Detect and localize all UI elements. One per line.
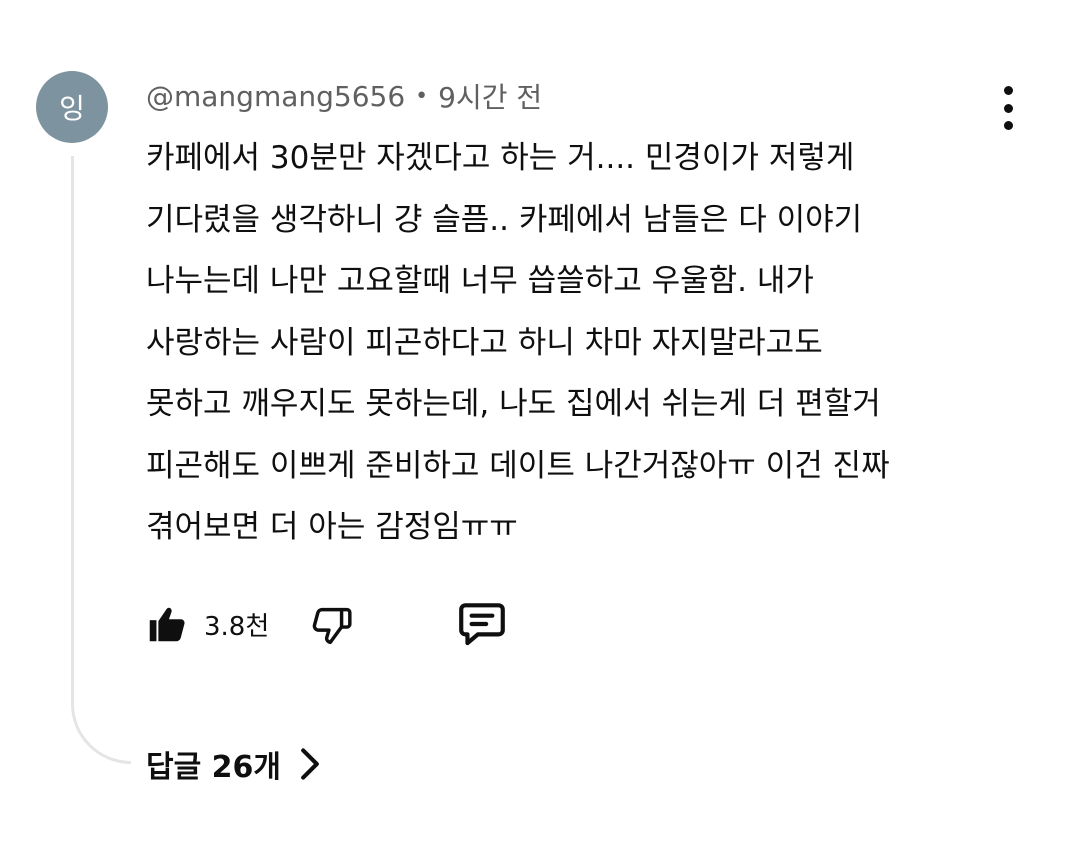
view-replies-button[interactable]: 답글 26개 (146, 742, 321, 786)
replies-label: 답글 26개 (146, 750, 281, 785)
reply-button[interactable] (455, 599, 509, 649)
comment-line: 카페에서 30분만 자겠다고 하는 거.... 민경이가 저렇게 (146, 140, 855, 176)
comment-body: 카페에서 30분만 자겠다고 하는 거.... 민경이가 저렇게 기다렸을 생각… (146, 128, 1026, 559)
thread-connector-line (71, 156, 131, 764)
like-count: 3.8천 (204, 611, 270, 642)
header-separator: • (415, 83, 429, 109)
comment-line: 나누는데 나만 고요할때 너무 씁쓸하고 우울함. 내가 (146, 263, 814, 299)
thumbs-down-icon (312, 607, 352, 645)
comment-actions: 3.8천 (144, 598, 509, 650)
more-vertical-icon-dot (1003, 103, 1013, 113)
comment-timestamp[interactable]: 9시간 전 (438, 76, 542, 116)
comment-item: 잉 @mangmang5656 • 9시간 전 카페에서 30분만 자겠다고 하… (0, 0, 1080, 861)
dislike-button[interactable] (309, 601, 355, 647)
avatar[interactable]: 잉 (36, 71, 108, 143)
comment-icon (459, 603, 506, 646)
more-options-button[interactable] (988, 86, 1028, 130)
comment-line: 못하고 깨우지도 못하는데, 나도 집에서 쉬는게 더 편할거 (146, 386, 881, 422)
comment-line: 피곤해도 이쁘게 준비하고 데이트 나간거잖아ㅠ 이건 진짜 (146, 447, 890, 484)
avatar-initial: 잉 (59, 92, 85, 125)
like-button[interactable] (144, 601, 190, 647)
more-vertical-icon (1003, 86, 1013, 95)
chevron-right-icon (299, 747, 321, 781)
author-handle[interactable]: @mangmang5656 (146, 80, 405, 113)
comment-line: 겪어보면 더 아는 감정임ㅠㅠ (146, 509, 518, 545)
thumbs-up-filled-icon (149, 607, 185, 642)
comment-line: 기다렸을 생각하니 걍 슬픔.. 카페에서 남들은 다 이야기 (146, 201, 863, 238)
comment-line: 사랑하는 사람이 피곤하다고 하니 차마 자지말라고도 (146, 324, 823, 361)
comment-header: @mangmang5656 • 9시간 전 (146, 76, 542, 116)
